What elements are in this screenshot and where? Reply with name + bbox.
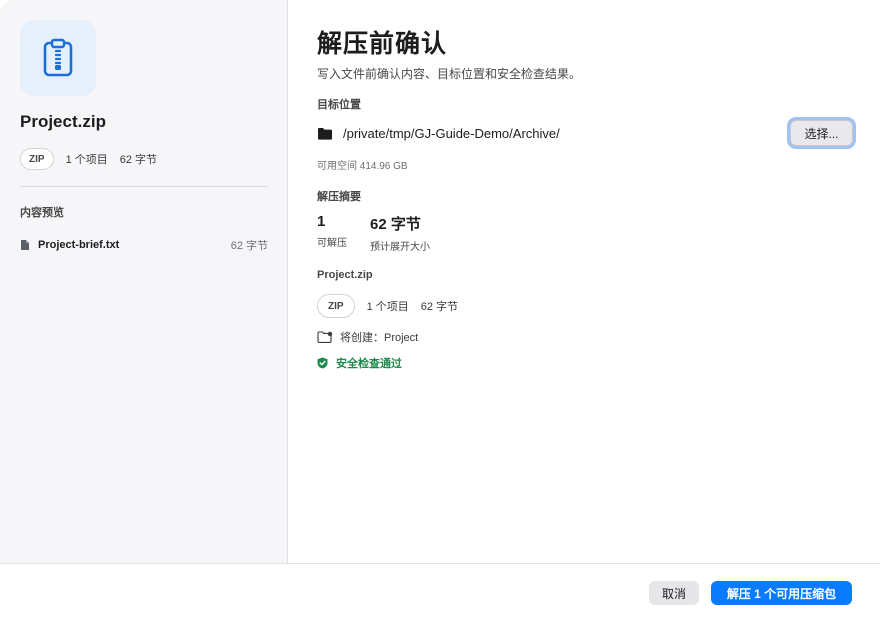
file-size: 62 字节 xyxy=(230,240,268,252)
format-badge: ZIP xyxy=(317,294,355,318)
safety-status-text: 安全检查通过 xyxy=(336,358,402,370)
item-count: 1 个项目 xyxy=(366,301,409,313)
free-space: 可用空间 414.96 GB xyxy=(317,161,408,172)
extract-button[interactable]: 解压 1 个可用压缩包 xyxy=(711,581,852,605)
archive-icon-tile xyxy=(20,20,96,96)
stat-label: 预计展开大小 xyxy=(370,242,430,253)
will-create-row: 将创建：Project xyxy=(317,329,418,345)
stat-extractable: 1 可解压 xyxy=(317,213,347,249)
format-badge: ZIP xyxy=(20,148,54,170)
item-count: 1 个项目 xyxy=(65,154,108,166)
archive-title: Project.zip xyxy=(20,112,106,131)
document-icon xyxy=(21,240,29,250)
destination-path: /private/tmp/GJ-Guide-Demo/Archive/ xyxy=(343,125,560,141)
extract-confirm-window: Project.zip ZIP 1 个项目 62 字节 内容预览 Project… xyxy=(0,0,880,620)
destination-label: 目标位置 xyxy=(317,99,361,111)
zip-archive-icon xyxy=(43,38,73,77)
archive-name: Project.zip xyxy=(317,269,373,281)
archive-meta: ZIP 1 个项目 62 字节 xyxy=(317,294,458,318)
stat-value: 1 xyxy=(317,213,326,230)
will-create-text: 将创建：Project xyxy=(340,332,419,344)
sidebar: Project.zip ZIP 1 个项目 62 字节 内容预览 Project… xyxy=(0,0,288,563)
file-name: Project-brief.txt xyxy=(38,239,120,251)
summary-label: 解压摘要 xyxy=(317,191,361,203)
footer-bar: 取消 解压 1 个可用压缩包 xyxy=(0,563,880,620)
page-subtitle: 写入文件前确认内容、目标位置和安全检查结果。 xyxy=(317,67,582,81)
choose-destination-button[interactable]: 选择... xyxy=(790,120,853,146)
list-item[interactable]: Project-brief.txt 62 字节 xyxy=(20,236,268,254)
stat-label: 可解压 xyxy=(317,238,347,249)
page-title: 解压前确认 xyxy=(317,30,448,58)
archive-meta: ZIP 1 个项目 62 字节 xyxy=(20,148,157,170)
destination-row: /private/tmp/GJ-Guide-Demo/Archive/ xyxy=(317,124,560,142)
folder-icon xyxy=(318,127,332,140)
preview-title: 内容预览 xyxy=(20,207,64,219)
cancel-button[interactable]: 取消 xyxy=(649,581,699,605)
shield-check-icon xyxy=(317,357,328,369)
main-panel: 解压前确认 写入文件前确认内容、目标位置和安全检查结果。 目标位置 /priva… xyxy=(289,0,880,563)
archive-size: 62 字节 xyxy=(119,154,158,166)
divider xyxy=(20,186,268,187)
safety-status: 安全检查通过 xyxy=(317,355,402,371)
stat-value: 62 字节 xyxy=(370,216,421,233)
folder-badge-icon xyxy=(317,331,333,343)
archive-size: 62 字节 xyxy=(420,301,459,313)
stat-expanded-size: 62 字节 预计展开大小 xyxy=(370,213,430,253)
